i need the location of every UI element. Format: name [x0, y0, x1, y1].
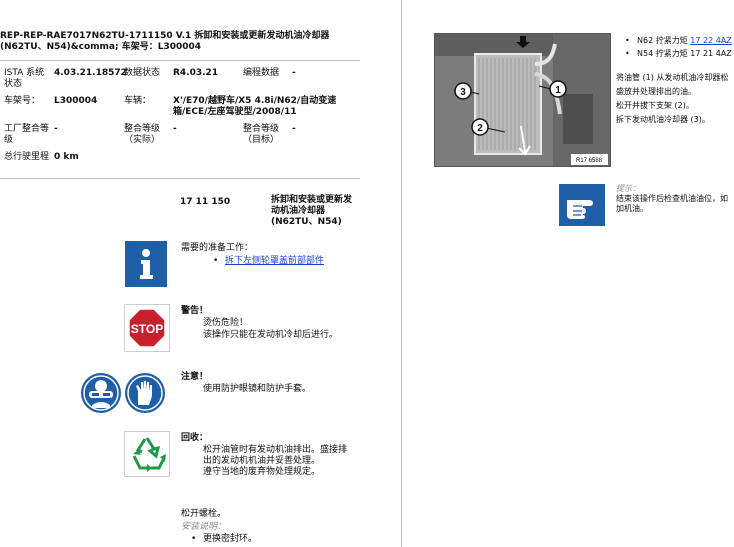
odometer-label: 总行驶里程: [4, 152, 50, 162]
data-status-value: R4.03.21: [173, 68, 219, 78]
stop-text: STOP: [131, 322, 163, 336]
loosen-screws-text: 松开螺栓。: [181, 509, 227, 519]
torque-n62-item: N62 拧紧力矩 17 22 4AZ: [625, 36, 734, 46]
callout-2: 2: [477, 123, 483, 134]
safety-gloves-icon: [124, 372, 166, 414]
prep-list: 拆下左侧轮罩盖前部部件: [213, 256, 324, 267]
odometer-value: 0 km: [54, 152, 79, 162]
vehicle-value: X'/E70/越野车/X5 4.8i/N62/自动变速箱/ECE/左座驾驶型/2…: [173, 96, 337, 117]
ista-label: ISTA 系统状态: [4, 68, 45, 89]
factory-level-value: -: [54, 124, 58, 134]
oil-cooler-photo: 3 2 1 R17 6588: [434, 33, 611, 167]
hint-label: 提示：: [616, 184, 640, 193]
recycle-line1: 松开油管时有发动机油排出。盛接排出的发动机机油并妥善处理。: [203, 445, 348, 466]
vehicle-label: 车辆：: [124, 96, 152, 106]
data-status-label: 数据状态: [124, 68, 161, 78]
safety-goggles-icon: [80, 372, 122, 414]
vin-value: L300004: [54, 96, 98, 106]
prep-title: 需要的准备工作：: [181, 243, 254, 253]
install-note-label: 安装说明：: [181, 522, 227, 532]
step-text-4: 拆下发动机油冷却器 (3)。: [616, 115, 710, 124]
caution-line1: 使用防护眼镜和防护手套。: [203, 384, 312, 394]
photo-reference: R17 6588: [576, 158, 603, 164]
install-note-item: 更换密封环。: [191, 534, 257, 545]
hint-text-1: 结束该操作后检查机油油位，如: [616, 194, 728, 203]
pointing-hand-icon: [559, 184, 605, 226]
table-divider: [0, 178, 360, 179]
integration-actual-value: -: [173, 124, 177, 134]
torque-list: N62 拧紧力矩 17 22 4AZ N54 拧紧力矩 17 21 4AZ: [625, 36, 734, 59]
factory-level-label: 工厂整合等级: [4, 124, 50, 145]
install-note-list: 更换密封环。: [191, 534, 257, 545]
callout-3: 3: [460, 87, 466, 98]
torque-n62-prefix: N62 拧紧力矩: [637, 36, 691, 45]
recycle-icon: [124, 431, 170, 477]
torque-n54-item: N54 拧紧力矩 17 21 4AZ: [625, 49, 734, 59]
callout-1: 1: [555, 85, 561, 96]
integration-target-value: -: [292, 124, 296, 134]
step-text-1: 将油管 (1) 从发动机油冷却器松: [616, 73, 729, 82]
warning-line2: 该操作只能在发动机冷却后进行。: [203, 330, 339, 340]
recycle-title: 回收：: [181, 433, 209, 443]
integration-target-label: 整合等级（目标）: [243, 124, 280, 145]
prep-link[interactable]: 拆下左侧轮罩盖前部部件: [225, 256, 324, 266]
caution-title: 注意！: [181, 372, 209, 382]
ista-value: 4.03.21.18572: [54, 68, 127, 78]
info-icon: [125, 241, 167, 287]
stop-sign-icon: STOP: [124, 304, 170, 352]
step-text-3: 松开并拔下支架 (2)。: [616, 101, 694, 110]
procedure-code: 17 11 150: [180, 197, 231, 207]
page-divider: [401, 0, 402, 547]
recycle-line2: 遵守当地的废弃物处理规定。: [203, 467, 321, 477]
vin-label: 车架号：: [4, 96, 41, 106]
document-title: REP-REP-RAE7017N62TU-1711150 V.1 拆卸和安装或更…: [0, 31, 330, 52]
warning-line1: 烫伤危险！: [203, 318, 249, 328]
integration-actual-label: 整合等级（实际）: [124, 124, 161, 145]
procedure-title: 拆卸和安装或更新发动机油冷却器 (N62TU、N54): [271, 195, 353, 227]
programming-value: -: [292, 68, 296, 78]
prep-item: 拆下左侧轮罩盖前部部件: [213, 256, 324, 267]
step-text-2: 盛放并处理排出的油。: [616, 87, 696, 96]
warning-title: 警告！: [181, 306, 209, 316]
hint-text-2: 加机油。: [616, 204, 648, 213]
programming-label: 编程数据: [243, 68, 280, 78]
header-divider: [0, 60, 360, 61]
torque-n62-link[interactable]: 17 22 4AZ: [690, 36, 732, 45]
